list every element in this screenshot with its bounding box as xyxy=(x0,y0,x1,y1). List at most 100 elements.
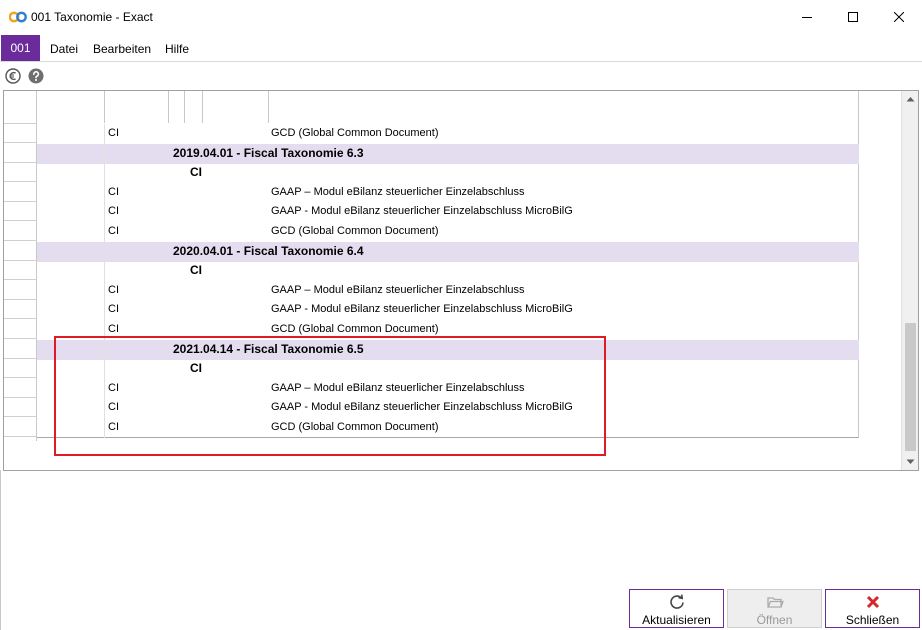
column-header[interactable] xyxy=(185,91,203,123)
column-divider xyxy=(104,398,105,419)
column-divider xyxy=(104,124,105,144)
close-button[interactable]: Schließen xyxy=(825,589,920,628)
refresh-icon xyxy=(669,594,684,609)
code-cell: CI xyxy=(108,283,119,296)
row-headers xyxy=(4,91,37,441)
description-cell: GAAP – Modul eBilanz steuerlicher Einzel… xyxy=(271,185,525,198)
row-header[interactable] xyxy=(4,320,37,339)
minimize-button[interactable] xyxy=(784,0,830,34)
row-header[interactable] xyxy=(4,300,37,320)
help-icon[interactable] xyxy=(28,68,44,84)
table-row[interactable]: CI GAAP - Modul eBilanz steuerlicher Einz… xyxy=(37,202,859,223)
column-header[interactable] xyxy=(37,91,105,123)
table-row[interactable]: CI GCD (Global Common Document) xyxy=(37,222,859,242)
close-icon xyxy=(894,12,904,22)
row-header[interactable] xyxy=(4,144,37,163)
euro-icon[interactable] xyxy=(5,68,21,84)
column-divider xyxy=(104,202,105,223)
refresh-label: Aktualisieren xyxy=(642,613,711,627)
taxonomy-row[interactable]: 2020.04.01 - Fiscal Taxonomie 6.4 xyxy=(37,241,859,262)
scroll-down-icon[interactable] xyxy=(906,457,915,466)
description-cell: GAAP - Modul eBilanz steuerlicher Einzel… xyxy=(271,401,573,414)
row-header[interactable] xyxy=(4,183,37,202)
code-cell: CI xyxy=(108,303,119,316)
column-divider xyxy=(104,241,105,262)
description-cell: GAAP - Modul eBilanz steuerlicher Einzel… xyxy=(271,205,573,218)
description-cell: GCD (Global Common Document) xyxy=(271,127,439,139)
taxonomy-title: 2020.04.01 - Fiscal Taxonomie 6.4 xyxy=(173,243,364,258)
table-row[interactable]: CI GAAP – Modul eBilanz steuerlicher Einz… xyxy=(37,182,859,203)
exact-logo-icon xyxy=(9,11,27,23)
vertical-scrollbar[interactable] xyxy=(901,91,918,470)
code-cell: CI xyxy=(108,225,119,237)
row-header[interactable] xyxy=(4,222,37,241)
column-divider xyxy=(104,222,105,242)
column-divider xyxy=(104,418,105,438)
row-header[interactable] xyxy=(4,124,37,143)
group-label: CI xyxy=(190,165,202,180)
row-header[interactable] xyxy=(4,163,37,183)
column-divider xyxy=(104,300,105,321)
column-divider xyxy=(104,320,105,340)
row-header[interactable] xyxy=(4,281,37,300)
row-header-corner xyxy=(4,91,37,124)
description-cell: GAAP – Modul eBilanz steuerlicher Einzel… xyxy=(271,381,525,394)
table-row[interactable]: CI GCD (Global Common Document) xyxy=(37,124,859,144)
column-divider xyxy=(104,280,105,301)
close-window-button[interactable] xyxy=(876,0,922,34)
toolbar xyxy=(0,63,922,89)
row-header[interactable] xyxy=(4,242,37,261)
table-row[interactable]: CI GAAP - Modul eBilanz steuerlicher Einz… xyxy=(37,398,859,419)
grid-body: CI GCD (Global Common Document) 2019.04.01… xyxy=(37,91,859,438)
row-header[interactable] xyxy=(4,359,37,379)
code-cell: CI xyxy=(108,185,119,198)
column-divider xyxy=(104,339,105,360)
close-label: Schließen xyxy=(845,613,900,627)
row-header[interactable] xyxy=(4,340,37,359)
row-header[interactable] xyxy=(4,398,37,418)
group-row[interactable]: CI xyxy=(37,359,859,380)
table-row[interactable]: CI GAAP - Modul eBilanz steuerlicher Einz… xyxy=(37,300,859,321)
maximize-button[interactable] xyxy=(830,0,876,34)
code-cell: CI xyxy=(108,421,119,433)
company-tab[interactable]: 001 xyxy=(1,35,40,61)
taxonomy-grid: CI GCD (Global Common Document) 2019.04.01… xyxy=(3,90,919,471)
code-cell: CI xyxy=(108,401,119,414)
menu-hilfe[interactable]: Hilfe xyxy=(165,42,189,56)
window-title: 001 Taxonomie - Exact xyxy=(31,10,153,24)
taxonomy-row[interactable]: 2019.04.01 - Fiscal Taxonomie 6.3 xyxy=(37,143,859,164)
column-header[interactable] xyxy=(203,91,269,123)
menu-bearbeiten[interactable]: Bearbeiten xyxy=(93,42,151,56)
group-row[interactable]: CI xyxy=(37,261,859,282)
code-cell: CI xyxy=(108,323,119,335)
title-bar: 001 Taxonomie - Exact xyxy=(0,0,922,34)
menu-datei[interactable]: Datei xyxy=(50,42,78,56)
row-header[interactable] xyxy=(4,261,37,281)
group-label: CI xyxy=(190,263,202,278)
close-x-icon xyxy=(866,595,879,609)
open-button[interactable]: Öffnen xyxy=(727,589,822,628)
column-divider xyxy=(104,378,105,399)
group-row[interactable]: CI xyxy=(37,163,859,184)
taxonomy-row[interactable]: 2021.04.14 - Fiscal Taxonomie 6.5 xyxy=(37,339,859,360)
description-cell: GCD (Global Common Document) xyxy=(271,225,439,237)
refresh-button[interactable]: Aktualisieren xyxy=(629,589,724,628)
taxonomy-title: 2021.04.14 - Fiscal Taxonomie 6.5 xyxy=(173,341,364,356)
table-row[interactable]: CI GAAP – Modul eBilanz steuerlicher Einz… xyxy=(37,378,859,399)
row-header[interactable] xyxy=(4,202,37,222)
row-header[interactable] xyxy=(4,379,37,398)
code-cell: CI xyxy=(108,205,119,218)
scroll-up-icon[interactable] xyxy=(906,95,915,104)
column-header[interactable] xyxy=(169,91,185,123)
row-header[interactable] xyxy=(4,418,37,437)
column-divider xyxy=(104,182,105,203)
description-cell: GAAP - Modul eBilanz steuerlicher Einzel… xyxy=(271,303,573,316)
table-row[interactable]: CI GAAP – Modul eBilanz steuerlicher Einz… xyxy=(37,280,859,301)
table-row[interactable]: CI GCD (Global Common Document) xyxy=(37,418,859,438)
table-row[interactable]: CI GCD (Global Common Document) xyxy=(37,320,859,340)
column-header[interactable] xyxy=(105,91,169,123)
group-label: CI xyxy=(190,361,202,376)
column-divider xyxy=(104,261,105,282)
scroll-thumb[interactable] xyxy=(905,323,916,451)
description-cell: GAAP – Modul eBilanz steuerlicher Einzel… xyxy=(271,283,525,296)
